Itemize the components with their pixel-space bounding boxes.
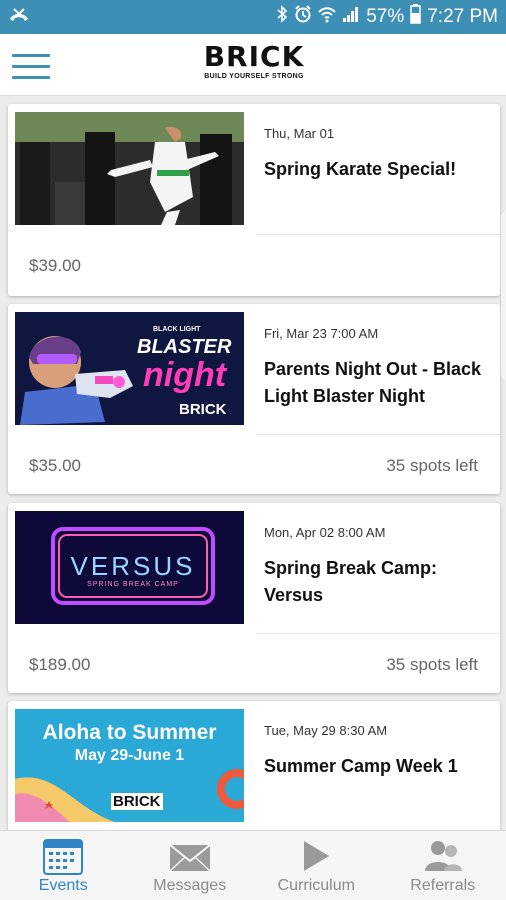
image-logo: BRICK (111, 793, 163, 810)
scroll-indicator[interactable] (500, 210, 506, 380)
app-header: BRICK BUILD YOURSELF STRONG (0, 34, 506, 96)
event-date: Fri, Mar 23 7:00 AM (264, 326, 379, 341)
signal-icon (342, 5, 360, 29)
event-card[interactable]: Aloha to Summer May 29-June 1 BRICK Tue,… (8, 701, 500, 830)
menu-button[interactable] (12, 54, 50, 79)
tab-label: Referrals (410, 877, 476, 894)
envelope-icon (169, 837, 211, 880)
image-text-sub: SPRING BREAK CAMP (87, 581, 179, 588)
bluetooth-icon (276, 5, 288, 29)
battery-percent: 57% (366, 6, 405, 27)
logo-wordmark: BRICK (203, 40, 305, 73)
spots-left: 35 spots left (386, 655, 478, 674)
people-icon (422, 837, 464, 880)
tab-label: Messages (153, 877, 227, 894)
event-image: Aloha to Summer May 29-June 1 BRICK (15, 709, 244, 822)
brick-logo: BRICK BUILD YOURSELF STRONG (196, 42, 312, 88)
tab-referrals[interactable]: Referrals (380, 831, 506, 900)
tab-curriculum[interactable]: Curriculum (253, 831, 380, 900)
event-price: $35.00 (29, 456, 81, 475)
missed-call-icon (8, 7, 30, 31)
tab-label: Curriculum (277, 877, 355, 894)
event-price: $39.00 (29, 256, 81, 275)
clock-time: 7:27 PM (427, 6, 498, 27)
battery-icon (410, 4, 421, 30)
event-title: Spring Break Camp: Versus (264, 558, 438, 605)
card-divider (256, 434, 500, 435)
event-date: Tue, May 29 8:30 AM (264, 723, 388, 738)
event-list[interactable]: Thu, Mar 01 Spring Karate Special! $39.0… (0, 96, 506, 830)
image-text-versus: VERSUS (70, 551, 196, 581)
event-title: Parents Night Out - Black Light Blaster … (264, 359, 482, 406)
status-bar: 57% 7:27 PM (0, 0, 506, 34)
event-card[interactable]: VERSUS SPRING BREAK CAMP Mon, Apr 02 8:0… (8, 503, 500, 693)
bottom-tab-bar: Events Messages Curriculum Referrals (0, 830, 506, 900)
spots-left: 35 spots left (386, 456, 478, 475)
play-icon (299, 837, 333, 880)
event-price: $189.00 (29, 655, 91, 674)
image-text-night: night (143, 356, 227, 394)
image-brand-small: BLACK LIGHT (153, 326, 201, 333)
card-divider (256, 234, 500, 235)
logo-tagline: BUILD YOURSELF STRONG (204, 73, 304, 80)
alarm-icon (294, 5, 312, 29)
image-logo: BRICK (179, 401, 227, 418)
tab-label: Events (38, 877, 88, 894)
event-date: Mon, Apr 02 8:00 AM (264, 525, 386, 540)
wifi-icon (318, 5, 336, 29)
event-image: BLACK LIGHT BLASTER night BRICK (15, 312, 244, 425)
image-text-dates: May 29-June 1 (74, 747, 185, 764)
event-title: Spring Karate Special! (264, 159, 457, 179)
menu-icon (12, 54, 50, 57)
event-date: Thu, Mar 01 (264, 126, 335, 141)
event-title: Summer Camp Week 1 (264, 756, 458, 776)
tab-messages[interactable]: Messages (127, 831, 254, 900)
event-card[interactable]: BLACK LIGHT BLASTER night BRICK Fri, Mar… (8, 304, 500, 494)
card-divider (256, 633, 500, 634)
calendar-icon (43, 837, 84, 880)
event-image (15, 112, 244, 225)
event-image: VERSUS SPRING BREAK CAMP (15, 511, 244, 624)
event-card[interactable]: Thu, Mar 01 Spring Karate Special! $39.0… (8, 104, 500, 296)
image-text-aloha: Aloha to Summer (42, 721, 217, 744)
tab-events[interactable]: Events (0, 831, 127, 900)
